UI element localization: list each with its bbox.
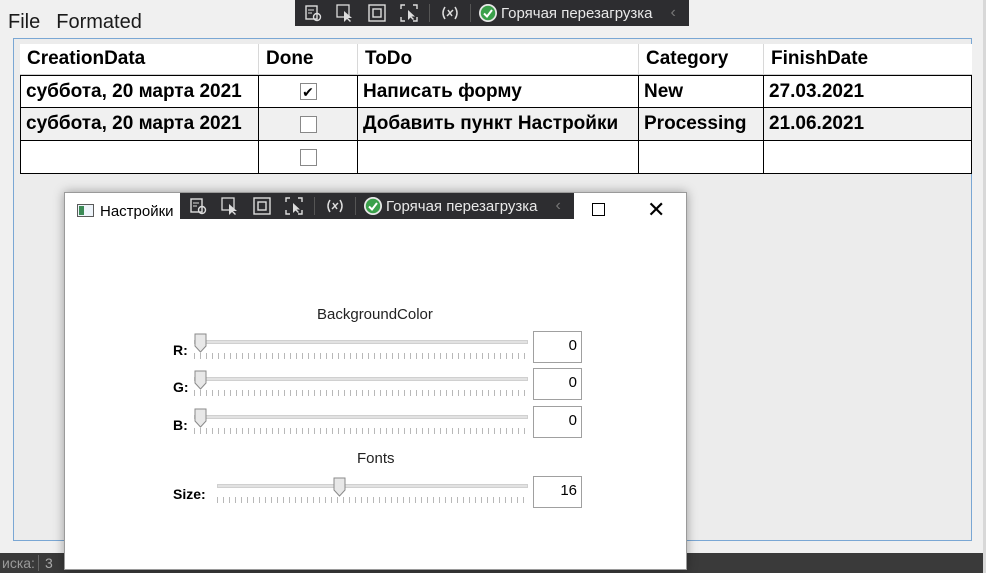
column-header-done[interactable]: Done <box>259 44 358 74</box>
slider-thumb[interactable] <box>333 477 346 497</box>
cell-creationdata[interactable] <box>20 141 259 173</box>
cell-todo[interactable] <box>358 141 639 173</box>
cell-category[interactable] <box>639 141 764 173</box>
cell-finishdate[interactable]: 27.03.2021 <box>764 76 972 107</box>
grid-header-row: CreationData Done ToDo Category FinishDa… <box>20 44 972 75</box>
slider-track <box>194 340 528 344</box>
g-slider[interactable] <box>194 370 528 400</box>
cell-finishdate[interactable]: 21.06.2021 <box>764 108 972 140</box>
slider-ticks <box>217 497 528 503</box>
debug-toolbar: Горячая перезагрузка ‹ <box>180 193 574 219</box>
check-circle-icon <box>479 4 497 22</box>
toolbar-separator <box>314 197 315 215</box>
b-label: B: <box>173 417 188 433</box>
slider-track <box>217 484 528 488</box>
collapse-chevron-icon[interactable]: ‹ <box>556 197 561 215</box>
select-element-icon[interactable] <box>301 2 325 24</box>
status-label: иска: <box>2 555 35 571</box>
slider-track <box>194 415 528 419</box>
check-circle-icon <box>364 197 382 215</box>
cell-todo[interactable]: Добавить пункт Настройки <box>358 108 639 140</box>
status-count: 3 <box>38 555 53 571</box>
cell-creationdata[interactable]: суббота, 20 марта 2021 <box>20 76 259 107</box>
slider-track <box>194 377 528 381</box>
slider-ticks <box>194 390 528 396</box>
pointer-icon[interactable] <box>333 2 357 24</box>
select-element-icon[interactable] <box>186 195 210 217</box>
cell-done <box>259 108 358 140</box>
display-layout-icon[interactable] <box>250 195 274 217</box>
track-focus-icon[interactable] <box>282 195 306 217</box>
r-slider[interactable] <box>194 333 528 363</box>
b-value-box[interactable]: 0 <box>533 406 582 438</box>
b-slider[interactable] <box>194 408 528 438</box>
table-row-new[interactable] <box>20 141 972 174</box>
binding-failures-icon[interactable] <box>438 2 462 24</box>
slider-thumb[interactable] <box>194 333 207 353</box>
r-label: R: <box>173 342 188 358</box>
cell-done <box>259 141 358 173</box>
cell-creationdata[interactable]: суббота, 20 марта 2021 <box>20 108 259 140</box>
hot-reload-label: Горячая перезагрузка <box>386 197 538 215</box>
done-checkbox[interactable] <box>299 115 317 133</box>
slider-ticks <box>194 353 528 359</box>
cell-todo[interactable]: Написать форму <box>358 76 639 107</box>
slider-thumb[interactable] <box>194 408 207 428</box>
fonts-section-title: Fonts <box>357 450 395 467</box>
display-layout-icon[interactable] <box>365 2 389 24</box>
column-header-todo[interactable]: ToDo <box>358 44 639 74</box>
collapse-chevron-icon[interactable]: ‹ <box>671 4 676 22</box>
toolbar-separator <box>429 4 430 22</box>
g-label: G: <box>173 379 189 395</box>
menu-file[interactable]: File <box>0 8 48 36</box>
done-checkbox[interactable]: ✔ <box>299 83 317 100</box>
backgroundcolor-section-title: BackgroundColor <box>317 306 433 323</box>
done-checkbox[interactable] <box>299 148 317 166</box>
todo-data-grid: CreationData Done ToDo Category FinishDa… <box>20 44 972 174</box>
column-header-creationdata[interactable]: CreationData <box>20 44 259 74</box>
dialog-title: Настройки <box>100 203 174 220</box>
hot-reload-status[interactable]: Горячая перезагрузка <box>364 197 538 215</box>
pointer-icon[interactable] <box>218 195 242 217</box>
cell-finishdate[interactable] <box>764 141 972 173</box>
table-row[interactable]: суббота, 20 марта 2021 ✔ Написать форму … <box>20 75 972 108</box>
maximize-icon[interactable] <box>592 203 605 216</box>
binding-failures-icon[interactable] <box>323 195 347 217</box>
column-header-finishdate[interactable]: FinishDate <box>764 44 972 74</box>
hot-reload-label: Горячая перезагрузка <box>501 4 653 22</box>
slider-ticks <box>194 428 528 434</box>
table-row[interactable]: суббота, 20 марта 2021 Добавить пункт На… <box>20 108 972 141</box>
cell-category[interactable]: Processing <box>639 108 764 140</box>
size-label: Size: <box>173 486 206 502</box>
close-icon[interactable]: ✕ <box>647 197 665 223</box>
g-value-box[interactable]: 0 <box>533 368 582 400</box>
cell-done: ✔ <box>259 76 358 107</box>
debug-toolbar: Горячая перезагрузка ‹ <box>295 0 689 26</box>
menu-formated[interactable]: Formated <box>48 8 150 36</box>
slider-thumb[interactable] <box>194 370 207 390</box>
column-header-category[interactable]: Category <box>639 44 764 74</box>
track-focus-icon[interactable] <box>397 2 421 24</box>
size-slider[interactable] <box>217 477 528 507</box>
toolbar-separator <box>355 197 356 215</box>
cell-category[interactable]: New <box>639 76 764 107</box>
size-value-box[interactable]: 16 <box>533 476 582 508</box>
r-value-box[interactable]: 0 <box>533 331 582 363</box>
settings-dialog: Настройки Горячая перезагрузка ‹ ✕ Backg… <box>64 192 687 570</box>
hot-reload-status[interactable]: Горячая перезагрузка <box>479 4 653 22</box>
dialog-titlebar[interactable]: Настройки Горячая перезагрузка ‹ ✕ <box>65 193 686 227</box>
window-icon <box>77 204 94 217</box>
toolbar-separator <box>470 4 471 22</box>
